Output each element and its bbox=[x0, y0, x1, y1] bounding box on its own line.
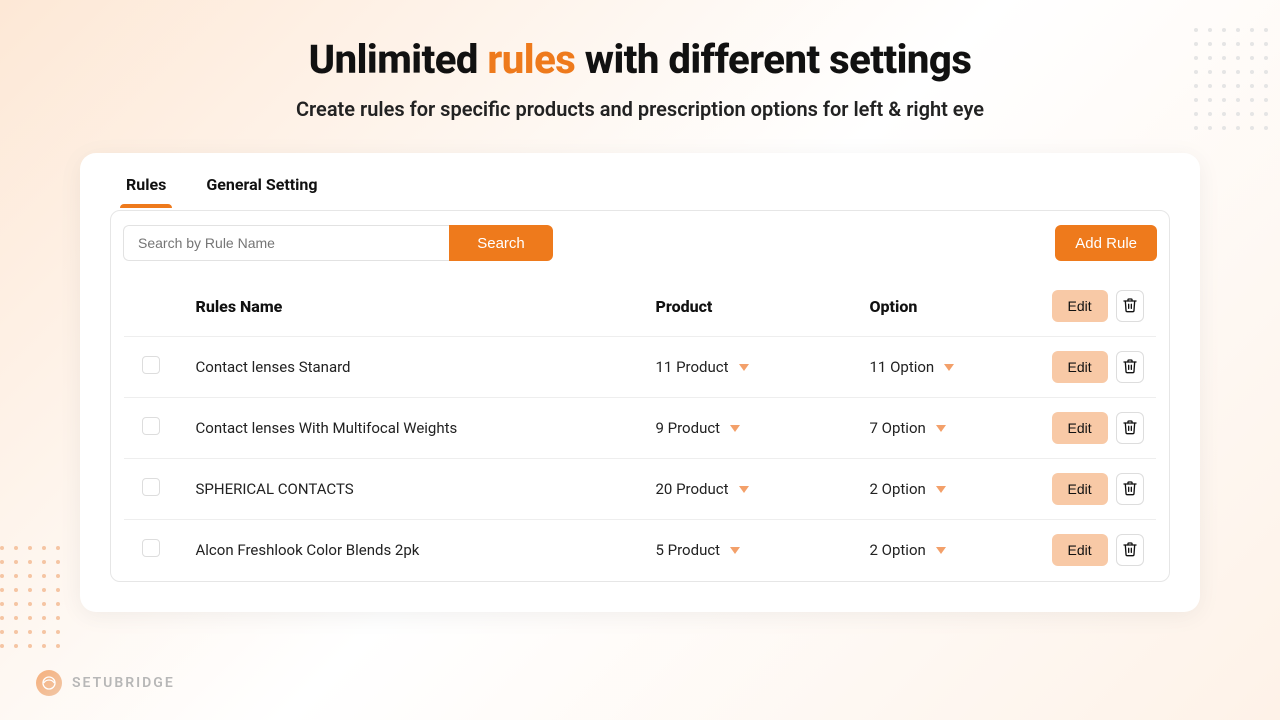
option-value: 11 Option bbox=[870, 358, 935, 376]
search-button[interactable]: Search bbox=[449, 225, 553, 261]
option-value: 7 Option bbox=[870, 419, 926, 437]
trash-icon bbox=[1122, 297, 1138, 316]
rules-card: Rules General Setting Search Add Rule Ru… bbox=[80, 153, 1200, 612]
option-value: 2 Option bbox=[870, 480, 926, 498]
rules-table: Rules Name Product Option Edit bbox=[123, 275, 1157, 581]
product-value: 11 Product bbox=[656, 358, 729, 376]
delete-button[interactable] bbox=[1116, 290, 1144, 322]
edit-button[interactable]: Edit bbox=[1052, 290, 1108, 322]
title-pre: Unlimited bbox=[309, 36, 488, 83]
table-row: Alcon Freshlook Color Blends 2pk 5 Produc… bbox=[124, 520, 1157, 581]
brand-logo-icon bbox=[36, 670, 62, 696]
option-value: 2 Option bbox=[870, 541, 926, 559]
trash-icon bbox=[1122, 541, 1138, 560]
rules-panel: Search Add Rule Rules Name Product Optio… bbox=[110, 210, 1170, 582]
trash-icon bbox=[1122, 480, 1138, 499]
chevron-down-icon[interactable] bbox=[936, 547, 946, 554]
col-product: Product bbox=[646, 276, 860, 337]
edit-button[interactable]: Edit bbox=[1052, 534, 1108, 566]
delete-button[interactable] bbox=[1116, 412, 1144, 444]
col-rules-name: Rules Name bbox=[186, 276, 646, 337]
cell-option: 2 Option bbox=[860, 459, 1042, 520]
col-checkbox bbox=[124, 276, 186, 337]
cell-option: 11 Option bbox=[860, 337, 1042, 398]
hero: Unlimited rules with different settings … bbox=[0, 0, 1280, 121]
footer: SETUBRIDGE bbox=[36, 670, 175, 696]
trash-icon bbox=[1122, 358, 1138, 377]
chevron-down-icon[interactable] bbox=[730, 547, 740, 554]
decor-dots-top-right bbox=[1194, 28, 1272, 134]
delete-button[interactable] bbox=[1116, 534, 1144, 566]
cell-rules-name: SPHERICAL CONTACTS bbox=[186, 459, 646, 520]
cell-rules-name: Alcon Freshlook Color Blends 2pk bbox=[186, 520, 646, 581]
row-checkbox[interactable] bbox=[142, 417, 160, 435]
cell-option: 2 Option bbox=[860, 520, 1042, 581]
row-checkbox[interactable] bbox=[142, 478, 160, 496]
product-value: 20 Product bbox=[656, 480, 729, 498]
cell-rules-name: Contact lenses Stanard bbox=[186, 337, 646, 398]
title-post: with different settings bbox=[575, 36, 971, 83]
col-actions: Edit bbox=[1042, 276, 1157, 337]
cell-product: 5 Product bbox=[646, 520, 860, 581]
tabs: Rules General Setting bbox=[110, 167, 1170, 210]
edit-button[interactable]: Edit bbox=[1052, 412, 1108, 444]
chevron-down-icon[interactable] bbox=[730, 425, 740, 432]
cell-product: 11 Product bbox=[646, 337, 860, 398]
row-checkbox[interactable] bbox=[142, 539, 160, 557]
toolbar: Search Add Rule bbox=[123, 225, 1157, 261]
cell-product: 9 Product bbox=[646, 398, 860, 459]
table-header-row: Rules Name Product Option Edit bbox=[124, 276, 1157, 337]
table-row: Contact lenses With Multifocal Weights 9 … bbox=[124, 398, 1157, 459]
title-accent: rules bbox=[487, 36, 575, 83]
chevron-down-icon[interactable] bbox=[936, 486, 946, 493]
delete-button[interactable] bbox=[1116, 473, 1144, 505]
brand-name: SETUBRIDGE bbox=[72, 675, 175, 691]
col-option: Option bbox=[860, 276, 1042, 337]
trash-icon bbox=[1122, 419, 1138, 438]
add-rule-button[interactable]: Add Rule bbox=[1055, 225, 1157, 261]
cell-product: 20 Product bbox=[646, 459, 860, 520]
chevron-down-icon[interactable] bbox=[936, 425, 946, 432]
delete-button[interactable] bbox=[1116, 351, 1144, 383]
product-value: 5 Product bbox=[656, 541, 721, 559]
edit-button[interactable]: Edit bbox=[1052, 351, 1108, 383]
page-subtitle: Create rules for specific products and p… bbox=[0, 97, 1280, 121]
decor-dots-bottom-left bbox=[0, 546, 64, 652]
tab-rules[interactable]: Rules bbox=[126, 167, 166, 206]
chevron-down-icon[interactable] bbox=[739, 364, 749, 371]
edit-button[interactable]: Edit bbox=[1052, 473, 1108, 505]
chevron-down-icon[interactable] bbox=[739, 486, 749, 493]
cell-rules-name: Contact lenses With Multifocal Weights bbox=[186, 398, 646, 459]
cell-option: 7 Option bbox=[860, 398, 1042, 459]
tab-general-setting[interactable]: General Setting bbox=[206, 167, 317, 206]
table-row: Contact lenses Stanard 11 Product 11 Optio… bbox=[124, 337, 1157, 398]
page-title: Unlimited rules with different settings bbox=[0, 36, 1280, 83]
search: Search bbox=[123, 225, 553, 261]
table-row: SPHERICAL CONTACTS 20 Product 2 Option Edit bbox=[124, 459, 1157, 520]
chevron-down-icon[interactable] bbox=[944, 364, 954, 371]
row-checkbox[interactable] bbox=[142, 356, 160, 374]
search-input[interactable] bbox=[123, 225, 449, 261]
product-value: 9 Product bbox=[656, 419, 721, 437]
